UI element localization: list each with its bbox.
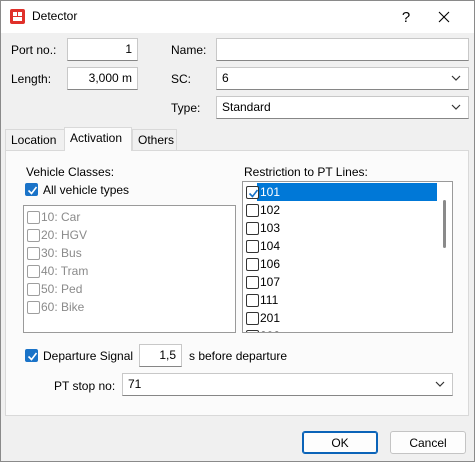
pt-line-checkbox[interactable] [246, 276, 259, 289]
vehicle-class-label: 50: Ped [41, 282, 83, 296]
sc-label: SC: [171, 72, 192, 86]
pt-line-label: 103 [260, 221, 281, 235]
check-icon [27, 352, 38, 361]
type-value: Standard [222, 100, 271, 114]
sc-value: 6 [222, 71, 229, 85]
pt-line-label: 102 [260, 203, 281, 217]
vehicle-class-label: 60: Bike [41, 300, 85, 314]
pt-line-label: 111 [260, 293, 279, 307]
type-label: Type: [171, 101, 201, 115]
chevron-down-icon [451, 104, 461, 110]
pt-line-label: 202 [260, 329, 280, 332]
list-item: 60: Bike [24, 298, 235, 316]
scrollbar-thumb[interactable] [443, 200, 446, 248]
app-icon [10, 9, 25, 24]
list-item[interactable]: 101 [243, 183, 437, 201]
list-item[interactable]: 104 [243, 237, 452, 255]
tab-activation[interactable]: Activation [64, 127, 132, 151]
all-vehicle-types-label: All vehicle types [43, 183, 130, 197]
tab-others[interactable]: Others [132, 129, 177, 150]
selection-highlight [257, 183, 437, 201]
cancel-button[interactable]: Cancel [390, 431, 466, 454]
vehicle-class-label: 40: Tram [41, 264, 89, 278]
pt-line-checkbox[interactable] [246, 204, 259, 217]
vehicle-class-checkbox[interactable] [27, 247, 40, 260]
list-item[interactable]: 103 [243, 219, 452, 237]
vehicle-class-checkbox[interactable] [27, 211, 40, 224]
list-item: 10: Car [24, 208, 235, 226]
pt-lines-list: 101 102 103 104 106 107 111 201 [242, 181, 453, 333]
pt-line-checkbox[interactable] [246, 330, 259, 332]
pt-line-label: 201 [260, 311, 281, 325]
list-item[interactable]: 111 [243, 291, 452, 309]
list-item[interactable]: 102 [243, 201, 452, 219]
pt-line-label: 104 [260, 239, 281, 253]
departure-signal-label: Departure Signal [43, 349, 134, 363]
pt-stop-select[interactable]: 71 [122, 373, 453, 396]
departure-signal-checkbox[interactable] [25, 349, 38, 362]
port-input[interactable]: 1 [67, 38, 138, 61]
vehicle-class-checkbox[interactable] [27, 283, 40, 296]
vehicle-class-label: 20: HGV [41, 228, 88, 242]
pt-line-checkbox[interactable] [246, 222, 259, 235]
ok-button[interactable]: OK [302, 431, 378, 454]
name-input[interactable] [216, 38, 469, 61]
list-item: 20: HGV [24, 226, 235, 244]
vehicle-classes-label: Vehicle Classes: [26, 165, 115, 179]
pt-line-label: 107 [260, 275, 281, 289]
title-bar: Detector ? [1, 1, 474, 33]
pt-line-checkbox[interactable] [246, 258, 259, 271]
vehicle-class-checkbox[interactable] [27, 265, 40, 278]
list-item: 30: Bus [24, 244, 235, 262]
check-icon [27, 186, 38, 195]
chevron-down-icon [435, 381, 445, 387]
vehicle-class-label: 10: Car [41, 210, 81, 224]
pt-stop-label: PT stop no: [54, 379, 116, 393]
pt-line-checkbox[interactable] [246, 240, 259, 253]
before-departure-label: s before departure [189, 349, 288, 363]
detector-dialog: Detector ? Port no.: 1 Length: 3,000 m N… [0, 0, 475, 462]
pt-stop-value: 71 [128, 377, 142, 391]
chevron-down-icon [451, 75, 461, 81]
vehicle-classes-list: 10: Car 20: HGV 30: Bus 40: Tram 50: Ped… [23, 205, 236, 333]
list-item[interactable]: 107 [243, 273, 452, 291]
vehicle-class-checkbox[interactable] [27, 229, 40, 242]
pt-line-checkbox[interactable] [246, 186, 259, 199]
list-item: 50: Ped [24, 280, 235, 298]
type-select[interactable]: Standard [216, 96, 469, 119]
tab-location[interactable]: Location [5, 129, 65, 150]
length-input[interactable]: 3,000 m [67, 67, 138, 90]
list-item: 40: Tram [24, 262, 235, 280]
window-title: Detector [32, 9, 78, 23]
pt-line-checkbox[interactable] [246, 312, 259, 325]
vehicle-class-checkbox[interactable] [27, 301, 40, 314]
sc-select[interactable]: 6 [216, 67, 469, 90]
close-button[interactable] [421, 1, 467, 33]
pt-lines-label: Restriction to PT Lines: [244, 165, 368, 179]
vehicle-class-label: 30: Bus [41, 246, 82, 260]
pt-line-label: 106 [260, 257, 281, 271]
all-vehicle-types-checkbox[interactable] [25, 183, 38, 196]
list-item[interactable]: 202 [243, 327, 452, 332]
name-label: Name: [171, 43, 207, 57]
length-label: Length: [11, 72, 52, 86]
pt-line-checkbox[interactable] [246, 294, 259, 307]
close-icon [438, 11, 450, 23]
check-icon [248, 189, 259, 198]
list-item[interactable]: 201 [243, 309, 452, 327]
pt-line-label: 101 [260, 185, 281, 199]
list-item[interactable]: 106 [243, 255, 452, 273]
departure-signal-input[interactable]: 1,5 [139, 344, 182, 367]
port-label: Port no.: [11, 43, 57, 57]
